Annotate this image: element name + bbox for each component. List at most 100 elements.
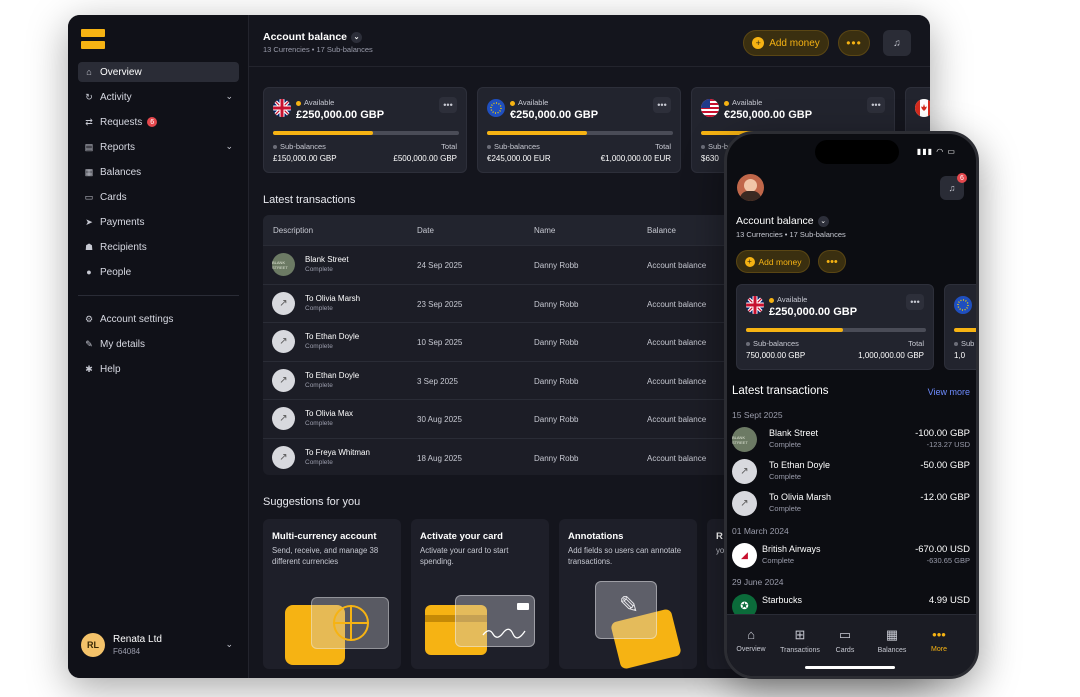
suggestion-card-annotations[interactable]: Annotations Add fields so users can anno… — [559, 519, 697, 669]
suggestion-card-multi-currency[interactable]: Multi-currency account Send, receive, an… — [263, 519, 401, 669]
sidebar-item-help[interactable]: ✱ Help — [78, 359, 239, 379]
balance-card-eur[interactable]: Available €250,000.00 GBP ••• Sub-balanc… — [477, 87, 681, 173]
bell-icon: ♫ — [948, 183, 956, 193]
table-row[interactable]: ↗ To Olivia Marsh Complete 23 Sep 2025 D… — [263, 283, 783, 323]
sidebar-item-recipients[interactable]: ☗ Recipients — [78, 237, 239, 257]
home-icon: ⌂ — [86, 67, 92, 77]
row-status: Complete — [305, 304, 333, 312]
available-label: Available — [296, 98, 334, 107]
list-item[interactable]: ↗ To Ethan Doyle Complete -50.00 GBP — [732, 457, 970, 487]
multi-currency-illustration — [285, 591, 389, 665]
latest-transactions-title: Latest transactions — [732, 385, 829, 397]
notifications-button[interactable]: ♫ — [883, 30, 911, 56]
account-balance-selector[interactable]: Account balance ⌄ — [263, 31, 363, 43]
brand-logo[interactable] — [81, 29, 105, 49]
add-money-button[interactable]: + Add money — [736, 250, 810, 273]
column-name[interactable]: Name — [534, 226, 555, 235]
stage: ⌂ Overview ↻ Activity ⌄ ⇄ Requests 6 ▤ Reports… — [0, 0, 1080, 697]
transaction-converted-amount: -123.27 USD — [926, 440, 970, 449]
sub-balances-label: Sub — [954, 339, 974, 348]
balance-progress-fill — [746, 328, 844, 332]
latest-transactions-title: Latest transactions — [263, 194, 356, 206]
total-label: Total — [441, 142, 457, 151]
sidebar-item-cards[interactable]: ▭ Cards — [78, 187, 239, 207]
mobile-app-phone: ▮▮▮ ◠ ▭ ♫ 6 Account balance ⌄ 13 Currencie… — [724, 131, 979, 679]
row-status: Complete — [305, 381, 333, 389]
view-more-link[interactable]: View more — [928, 387, 970, 397]
tab-label: Balances — [877, 647, 907, 654]
more-options-button[interactable]: ••• — [838, 30, 870, 56]
table-row[interactable]: ↗ To Olivia Max Complete 30 Aug 2025 Dan… — [263, 399, 783, 438]
home-indicator — [805, 666, 895, 669]
balance-card-eur[interactable]: Sub 1,0 — [944, 284, 976, 370]
tab-label: Transactions — [780, 647, 820, 654]
row-balance: Account balance — [647, 415, 707, 424]
card-more-button[interactable]: ••• — [906, 294, 924, 310]
tab-transactions[interactable]: ⊞ Transactions — [778, 627, 822, 654]
activity-icon: ↻ — [85, 91, 93, 102]
table-row[interactable]: ↗ To Freya Whitman Complete 18 Aug 2025 … — [263, 437, 783, 476]
notifications-button[interactable]: ♫ 6 — [940, 173, 967, 200]
sub-balances-value: 1,0 — [954, 351, 966, 360]
sidebar-item-label: Overview — [100, 66, 142, 78]
sidebar-item-balances[interactable]: ▦ Balances — [78, 162, 239, 182]
row-balance: Account balance — [647, 453, 707, 463]
sidebar-item-payments[interactable]: ➤ Payments — [78, 212, 239, 232]
balance-card-gbp[interactable]: Available £250,000.00 GBP ••• Sub-balanc… — [263, 87, 467, 173]
bell-icon: ♫ — [893, 37, 901, 49]
sidebar-item-account-settings[interactable]: ⚙ Account settings — [78, 309, 239, 329]
tab-more[interactable]: ••• More — [919, 627, 959, 653]
more-options-button[interactable]: ••• — [818, 250, 846, 273]
sub-balances-label: Sub-balances — [487, 142, 540, 151]
column-balance[interactable]: Balance — [647, 226, 676, 235]
card-more-button[interactable]: ••• — [867, 97, 885, 113]
table-row[interactable]: ↗ To Ethan Doyle Complete 10 Sep 2025 Da… — [263, 322, 783, 361]
table-row[interactable]: BLANK STREET Blank Street Complete 24 Se… — [263, 245, 783, 284]
sidebar-item-people[interactable]: ● People — [78, 262, 239, 282]
british-airways-logo: ◢ — [732, 543, 757, 568]
add-money-button[interactable]: + Add money — [743, 30, 829, 56]
available-amount: £250,000.00 GBP — [296, 109, 385, 121]
list-item[interactable]: BLANK STREET Blank Street Complete -100.… — [732, 425, 970, 455]
avatar: RL — [81, 633, 105, 657]
transfer-out-icon: ↗ — [272, 445, 295, 469]
sidebar-item-requests[interactable]: ⇄ Requests 6 — [78, 112, 239, 132]
list-item[interactable]: ↗ To Olivia Marsh Complete -12.00 GBP — [732, 489, 970, 519]
add-money-label: Add money — [758, 256, 802, 267]
sidebar-item-activity[interactable]: ↻ Activity ⌄ — [78, 87, 239, 107]
suggestion-card-activate-card[interactable]: Activate your card Activate your card to… — [411, 519, 549, 669]
blank-street-logo: BLANK STREET — [272, 253, 295, 276]
sub-balances-value: 750,000.00 GBP — [746, 351, 806, 360]
notification-count-badge: 6 — [957, 173, 967, 183]
tab-overview[interactable]: ⌂ Overview — [731, 627, 771, 653]
balance-card-gbp[interactable]: Available £250,000.00 GBP ••• Sub-balanc… — [736, 284, 934, 370]
account-switcher[interactable]: RL Renata Ltd F64084 ⌄ — [81, 630, 237, 660]
sub-balances-value: €245,000.00 EUR — [487, 154, 551, 163]
balances-icon: ▦ — [885, 627, 899, 642]
table-row[interactable]: ↗ To Ethan Doyle Complete 3 Sep 2025 Dan… — [263, 360, 783, 400]
suggestion-title: Multi-currency account — [272, 531, 377, 542]
sidebar-item-reports[interactable]: ▤ Reports ⌄ — [78, 137, 239, 157]
sub-balances-label: Sub-balances — [746, 339, 799, 348]
status-bar-icons: ▮▮▮ ◠ ▭ — [916, 147, 956, 156]
sidebar-item-my-details[interactable]: ✎ My details — [78, 334, 239, 354]
card-illustration — [425, 591, 537, 661]
balance-progress-fill — [273, 131, 374, 135]
card-more-button[interactable]: ••• — [439, 97, 457, 113]
annotation-illustration: ✎ — [595, 581, 685, 669]
card-more-button[interactable]: ••• — [653, 97, 671, 113]
row-status: Complete — [305, 458, 333, 466]
sidebar-item-overview[interactable]: ⌂ Overview — [78, 62, 239, 82]
column-date[interactable]: Date — [417, 226, 434, 235]
eu-flag-icon — [487, 99, 505, 117]
sidebar: ⌂ Overview ↻ Activity ⌄ ⇄ Requests 6 ▤ Reports… — [68, 15, 248, 678]
account-balance-selector[interactable]: Account balance ⌄ — [736, 215, 829, 227]
column-description[interactable]: Description — [273, 226, 313, 235]
tab-balances[interactable]: ▦ Balances — [872, 627, 912, 654]
tab-cards[interactable]: ▭ Cards — [825, 627, 865, 654]
user-id: F64084 — [113, 647, 141, 656]
transaction-amount: 4.99 USD — [928, 595, 970, 606]
list-item[interactable]: ◢ British Airways Complete -670.00 USD -… — [732, 541, 970, 571]
phone-notch — [815, 140, 899, 164]
avatar[interactable] — [737, 174, 764, 201]
